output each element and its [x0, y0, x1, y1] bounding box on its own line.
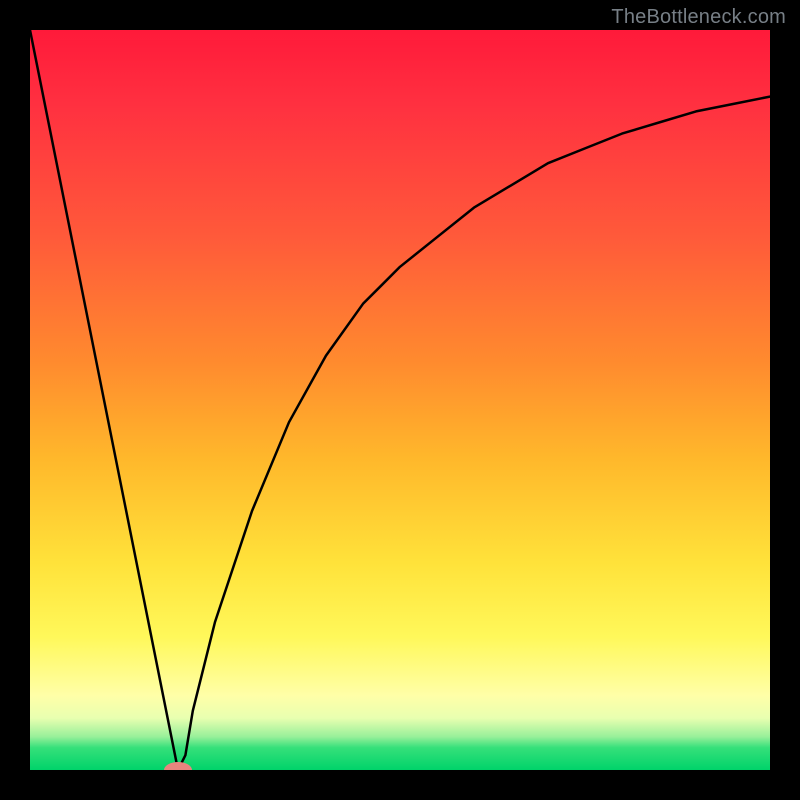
plot-area	[30, 30, 770, 770]
watermark-text: TheBottleneck.com	[611, 6, 786, 29]
chart-stage: TheBottleneck.com	[0, 0, 800, 800]
bottleneck-curve	[30, 30, 770, 770]
